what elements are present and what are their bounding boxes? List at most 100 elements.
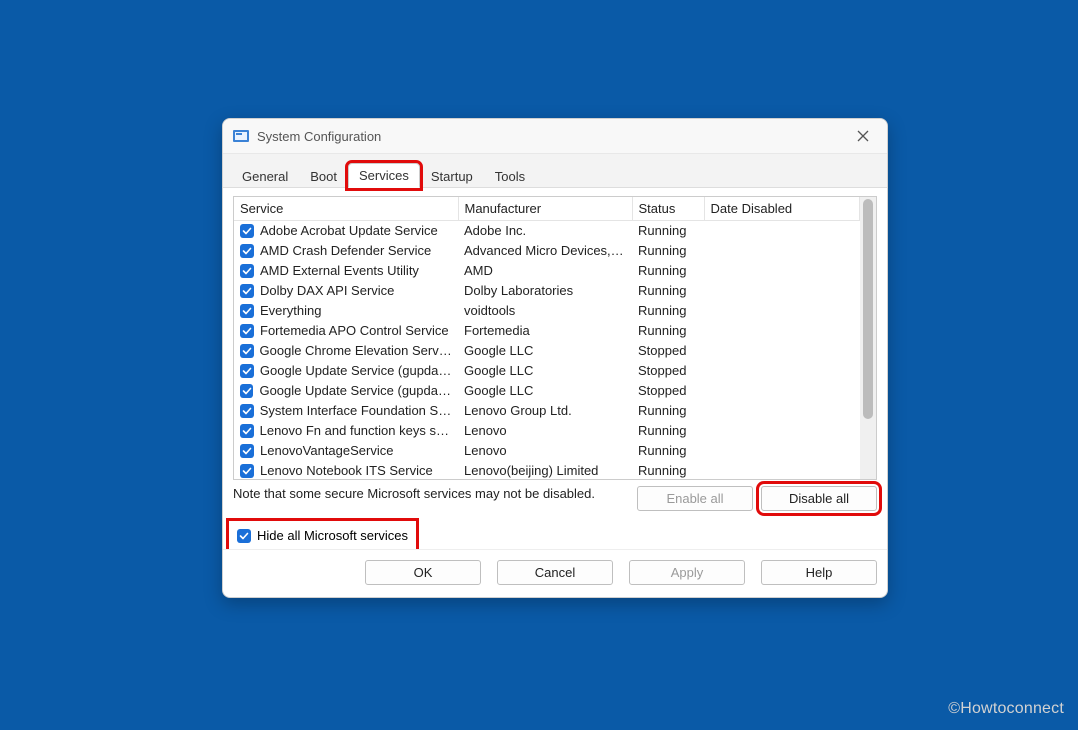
- service-checkbox[interactable]: [240, 244, 254, 258]
- watermark: ©Howtoconnect: [948, 700, 1064, 718]
- service-checkbox[interactable]: [240, 364, 254, 378]
- status-cell: Running: [632, 401, 704, 421]
- tab-startup[interactable]: Startup: [420, 164, 484, 188]
- hide-microsoft-services-control[interactable]: Hide all Microsoft services: [233, 525, 412, 546]
- manufacturer-cell: voidtools: [458, 301, 632, 321]
- cancel-button[interactable]: Cancel: [497, 560, 613, 585]
- col-date-disabled[interactable]: Date Disabled: [704, 197, 860, 221]
- service-cell: Dolby DAX API Service: [234, 281, 458, 301]
- checkmark-icon: [242, 366, 252, 376]
- service-checkbox[interactable]: [240, 324, 254, 338]
- status-cell: Stopped: [632, 361, 704, 381]
- date-disabled-cell: [704, 221, 860, 242]
- service-checkbox[interactable]: [240, 284, 254, 298]
- ok-button[interactable]: OK: [365, 560, 481, 585]
- service-checkbox[interactable]: [240, 464, 254, 478]
- service-name: AMD Crash Defender Service: [260, 242, 431, 260]
- manufacturer-cell: Adobe Inc.: [458, 221, 632, 242]
- table-row[interactable]: EverythingvoidtoolsRunning: [234, 301, 860, 321]
- manufacturer-cell: Advanced Micro Devices, I...: [458, 241, 632, 261]
- service-cell: Everything: [234, 301, 458, 321]
- service-cell: Google Update Service (gupdate...: [234, 381, 458, 401]
- service-checkbox[interactable]: [240, 444, 254, 458]
- system-configuration-dialog: System Configuration General Boot Servic…: [222, 118, 888, 598]
- service-name: Google Chrome Elevation Servic...: [260, 342, 452, 360]
- secure-services-note: Note that some secure Microsoft services…: [233, 486, 629, 501]
- date-disabled-cell: [704, 241, 860, 261]
- service-checkbox[interactable]: [240, 384, 253, 398]
- service-cell: Google Chrome Elevation Servic...: [234, 341, 458, 361]
- col-status[interactable]: Status: [632, 197, 704, 221]
- service-cell: Lenovo Notebook ITS Service: [234, 461, 458, 479]
- service-cell: Adobe Acrobat Update Service: [234, 221, 458, 241]
- service-name: Adobe Acrobat Update Service: [260, 222, 438, 240]
- service-name: Google Update Service (gupdate...: [259, 382, 452, 400]
- table-row[interactable]: Lenovo Notebook ITS Service Lenovo(beijin…: [234, 461, 860, 479]
- table-row[interactable]: Google Update Service (gupdate)Google LL…: [234, 361, 860, 381]
- status-cell: Running: [632, 261, 704, 281]
- tabstrip: General Boot Services Startup Tools: [223, 154, 887, 188]
- service-name: LenovoVantageService: [260, 442, 393, 460]
- scrollbar-thumb[interactable]: [863, 199, 873, 419]
- table-row[interactable]: AMD External Events UtilityAMDRunning: [234, 261, 860, 281]
- help-button[interactable]: Help: [761, 560, 877, 585]
- checkmark-icon: [242, 246, 252, 256]
- date-disabled-cell: [704, 361, 860, 381]
- status-cell: Running: [632, 421, 704, 441]
- scrollbar[interactable]: [860, 197, 876, 479]
- date-disabled-cell: [704, 441, 860, 461]
- service-checkbox[interactable]: [240, 344, 254, 358]
- tab-tools[interactable]: Tools: [484, 164, 536, 188]
- manufacturer-cell: Lenovo(beijing) Limited: [458, 461, 632, 479]
- tab-boot[interactable]: Boot: [299, 164, 348, 188]
- checkmark-icon: [242, 446, 252, 456]
- msconfig-icon: [233, 128, 249, 144]
- service-name: Lenovo Fn and function keys ser...: [260, 422, 452, 440]
- service-checkbox[interactable]: [240, 404, 254, 418]
- status-cell: Running: [632, 241, 704, 261]
- apply-button[interactable]: Apply: [629, 560, 745, 585]
- table-row[interactable]: System Interface Foundation Se...Lenovo …: [234, 401, 860, 421]
- checkmark-icon: [242, 266, 252, 276]
- service-checkbox[interactable]: [240, 264, 254, 278]
- table-row[interactable]: Dolby DAX API ServiceDolby LaboratoriesR…: [234, 281, 860, 301]
- table-row[interactable]: LenovoVantageServiceLenovoRunning: [234, 441, 860, 461]
- table-header-row: Service Manufacturer Status Date Disable…: [234, 197, 860, 221]
- manufacturer-cell: Lenovo Group Ltd.: [458, 401, 632, 421]
- service-cell: Lenovo Fn and function keys ser...: [234, 421, 458, 441]
- close-button[interactable]: [849, 122, 877, 150]
- date-disabled-cell: [704, 261, 860, 281]
- service-checkbox[interactable]: [240, 224, 254, 238]
- col-service[interactable]: Service: [234, 197, 458, 221]
- window-title: System Configuration: [257, 129, 849, 144]
- service-name: Lenovo Notebook ITS Service: [260, 462, 433, 479]
- date-disabled-cell: [704, 301, 860, 321]
- checkmark-icon: [242, 466, 252, 476]
- checkmark-icon: [242, 386, 252, 396]
- checkmark-icon: [242, 286, 252, 296]
- service-checkbox[interactable]: [240, 424, 254, 438]
- table-row[interactable]: Adobe Acrobat Update ServiceAdobe Inc.Ru…: [234, 221, 860, 242]
- status-cell: Running: [632, 461, 704, 479]
- table-row[interactable]: Google Chrome Elevation Servic... Google …: [234, 341, 860, 361]
- table-row[interactable]: AMD Crash Defender Service Advanced Micro…: [234, 241, 860, 261]
- checkmark-icon: [242, 406, 252, 416]
- date-disabled-cell: [704, 381, 860, 401]
- enable-all-button[interactable]: Enable all: [637, 486, 753, 511]
- tab-content: Service Manufacturer Status Date Disable…: [223, 188, 887, 549]
- col-manufacturer[interactable]: Manufacturer: [458, 197, 632, 221]
- table-row[interactable]: Fortemedia APO Control ServiceFortemedia…: [234, 321, 860, 341]
- disable-all-button[interactable]: Disable all: [761, 486, 877, 511]
- status-cell: Running: [632, 321, 704, 341]
- table-row[interactable]: Google Update Service (gupdate...Google …: [234, 381, 860, 401]
- table-row[interactable]: Lenovo Fn and function keys ser...Lenovo…: [234, 421, 860, 441]
- checkmark-icon: [242, 326, 252, 336]
- manufacturer-cell: Google LLC: [458, 341, 632, 361]
- service-cell: AMD Crash Defender Service: [234, 241, 458, 261]
- service-cell: Google Update Service (gupdate): [234, 361, 458, 381]
- service-checkbox[interactable]: [240, 304, 254, 318]
- services-table: Service Manufacturer Status Date Disable…: [234, 197, 860, 479]
- tab-general[interactable]: General: [231, 164, 299, 188]
- hide-microsoft-services-checkbox[interactable]: [237, 529, 251, 543]
- tab-services[interactable]: Services: [348, 163, 420, 188]
